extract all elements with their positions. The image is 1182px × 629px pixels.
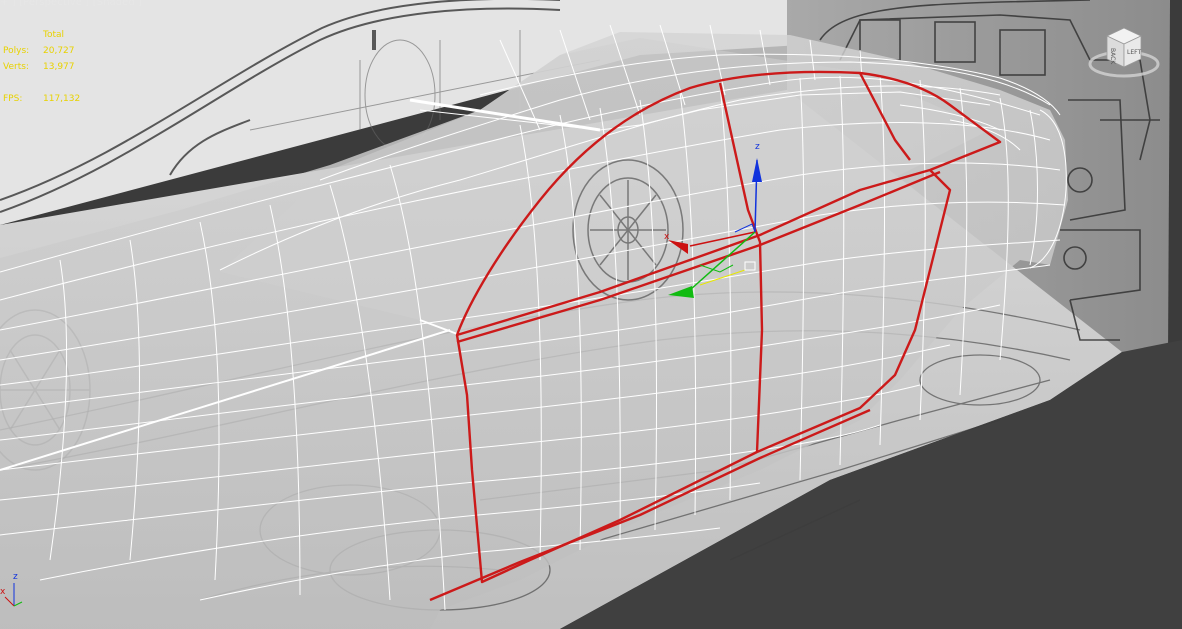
viewcube-left-label: LEFT [1127,49,1141,56]
world-axis-x-label: x [0,587,6,597]
gizmo-z-label: z [755,142,760,152]
viewport-label-prefix[interactable]: + ] [ [0,0,23,8]
stats-header: Total [43,30,65,40]
stats-fps-value: 117,132 [43,94,81,104]
stats-verts-label: Verts: [3,62,29,72]
stats-fps-label: FPS: [3,94,23,104]
stats-verts-value: 13,977 [43,62,75,72]
viewport-shading-mode[interactable]: Shaded [97,0,135,8]
viewport-label-separator: ] [ [82,0,97,8]
viewcube-back-label: BACK [1109,48,1116,65]
scene-canvas[interactable]: z x z x [0,0,1182,629]
viewport-view-name[interactable]: Perspective [23,0,82,8]
viewcube[interactable]: BACK LEFT [1086,22,1162,82]
viewport-label-suffix: ] [134,0,143,8]
gizmo-x-label: x [664,232,670,242]
stats-polys-label: Polys: [3,46,30,56]
perspective-viewport[interactable]: z x z x + ] [Perspective ] [Shaded ] Tot… [0,0,1182,629]
viewport-label: + ] [Perspective ] [Shaded ] [0,0,142,8]
world-axis-z-label: z [13,572,18,582]
stats-polys-value: 20,727 [43,46,75,56]
